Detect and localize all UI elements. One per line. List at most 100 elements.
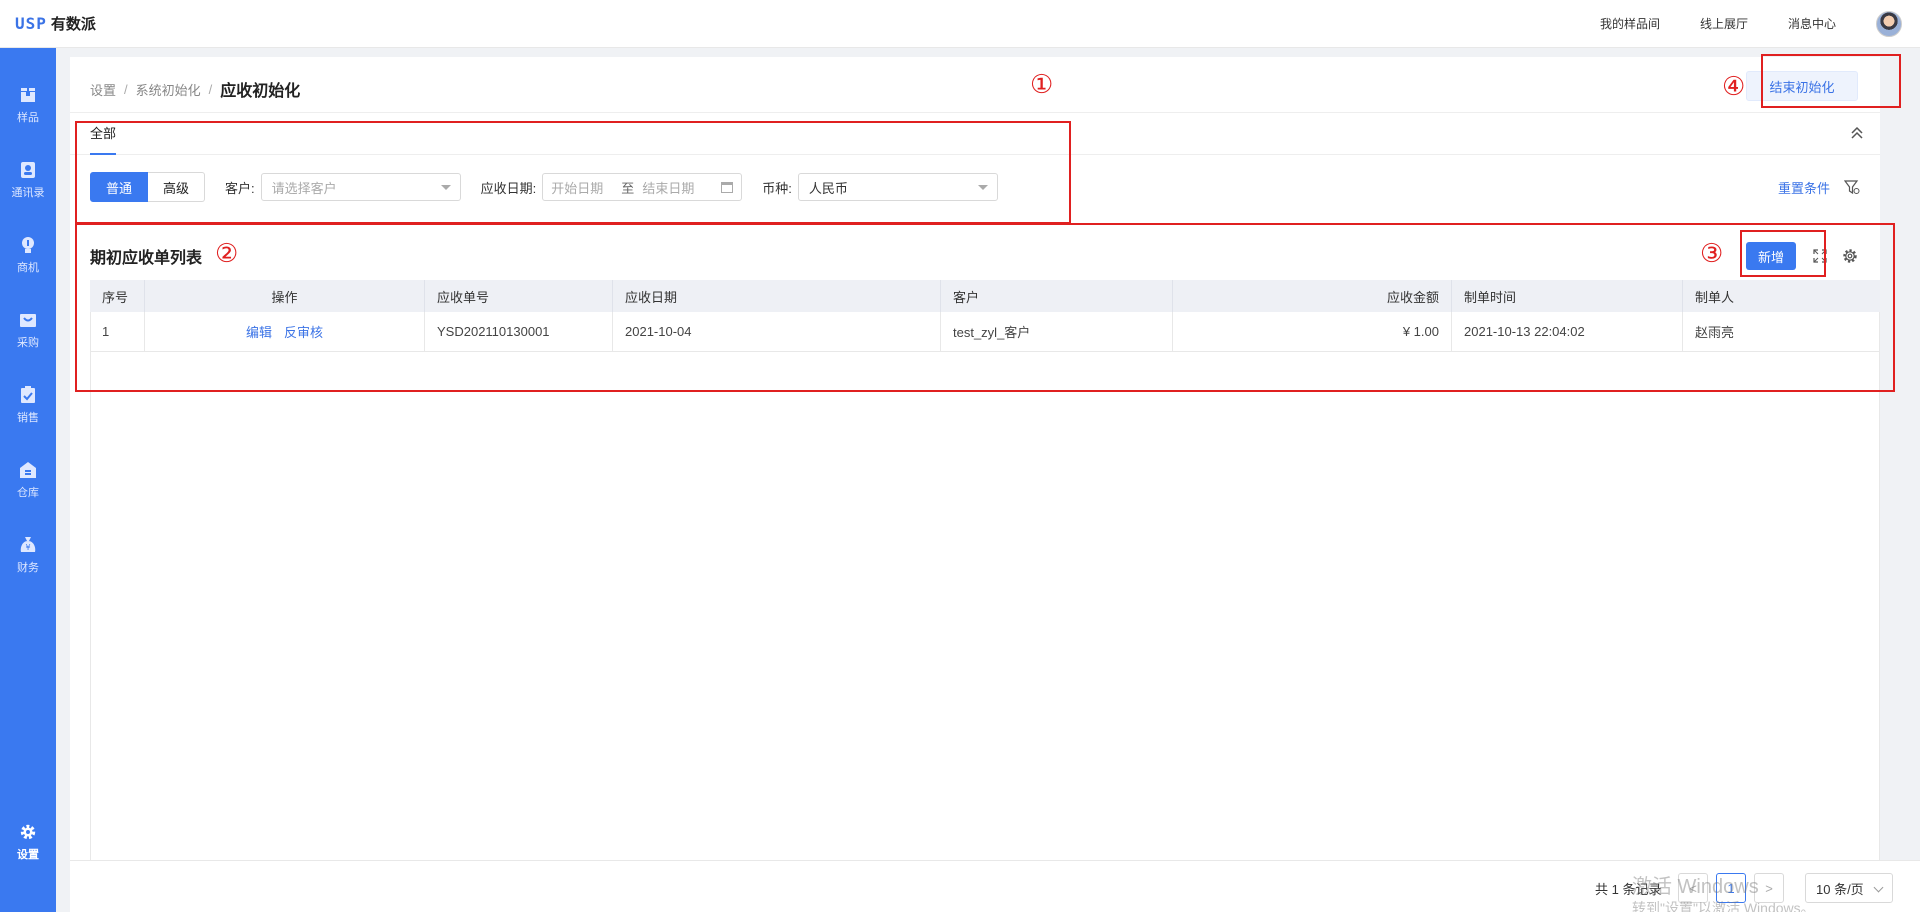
column-header-created[interactable]: 制单时间 <box>1452 280 1683 312</box>
cart-icon <box>19 311 37 329</box>
sidebar-item-label: 仓库 <box>17 487 39 499</box>
row-creator: 赵雨亮 <box>1695 325 1735 340</box>
row-amount: ¥ 1.00 <box>1173 312 1452 351</box>
sidebar-item-label: 财务 <box>17 562 39 574</box>
receivable-date-range[interactable]: 开始日期 至 结束日期 <box>542 173 743 201</box>
brand-name: 有数派 <box>50 16 96 33</box>
svg-text:¥: ¥ <box>25 543 30 552</box>
moneybag-icon: ¥ <box>19 536 37 554</box>
start-date-placeholder: 开始日期 <box>551 180 604 196</box>
online-showroom-link[interactable]: 线上展厅 <box>1700 15 1748 32</box>
contacts-icon <box>19 161 37 179</box>
column-header-actions: 操作 <box>145 280 425 312</box>
customer-placeholder: 请选择客户 <box>271 180 337 196</box>
chevron-down-icon <box>977 185 988 190</box>
filter-settings-icon[interactable] <box>1844 179 1860 195</box>
warehouse-icon <box>19 461 37 479</box>
column-header-number[interactable]: 应收单号 <box>425 280 613 312</box>
customer-label: 客户: <box>225 180 255 196</box>
page-size-select[interactable]: 10 条/页 <box>1805 873 1893 903</box>
edit-link[interactable]: 编辑 <box>246 322 272 341</box>
row-actions: 编辑 反审核 <box>145 312 425 351</box>
column-header-creator[interactable]: 制单人 <box>1683 280 1880 312</box>
tab-all[interactable]: 全部 <box>90 123 117 155</box>
receivables-table: 序号 操作 应收单号 应收日期 客户 应收金额 制单时间 制单人 1 编辑 反审… <box>90 280 1880 352</box>
sidebar: 样品 通讯录 商机 采购 销售 仓库 ¥ 财务 设置 <box>0 48 56 912</box>
breadcrumb-system-init[interactable]: 系统初始化 <box>136 80 201 99</box>
sidebar-item-label: 通讯录 <box>11 187 45 199</box>
table-row[interactable]: 1 编辑 反审核 YSD202110130001 2021-10-04 test… <box>90 312 1880 352</box>
page-size-value: 10 条/页 <box>1816 881 1864 897</box>
unaudit-link[interactable]: 反审核 <box>284 322 323 341</box>
clipboard-icon <box>19 386 37 404</box>
row-customer: test_zyl_客户 <box>941 312 1173 351</box>
my-sample-room-link[interactable]: 我的样品间 <box>1600 15 1660 32</box>
column-header-amount[interactable]: 应收金额 <box>1173 280 1452 312</box>
fullscreen-icon[interactable] <box>1812 248 1828 264</box>
breadcrumb: 设置 / 系统初始化 / 应收初始化 <box>90 77 300 101</box>
pagination-total: 共 1 条记录 <box>1595 882 1662 897</box>
page-1-button[interactable]: 1 <box>1716 873 1746 903</box>
breadcrumb-separator: / <box>208 81 213 97</box>
column-header-index: 序号 <box>90 280 145 312</box>
sidebar-item-label: 设置 <box>17 849 39 861</box>
sidebar-item-sales[interactable]: 销售 <box>0 376 56 436</box>
end-initialization-button[interactable]: 结束初始化 <box>1746 71 1858 101</box>
sidebar-item-samples[interactable]: 样品 <box>0 76 56 136</box>
sidebar-item-label: 商机 <box>17 262 39 274</box>
pagination-bar: 共 1 条记录 < 1 > 10 条/页 <box>70 860 1920 912</box>
currency-label: 币种: <box>762 180 792 196</box>
table-header: 序号 操作 应收单号 应收日期 客户 应收金额 制单时间 制单人 <box>90 280 1880 312</box>
chevron-down-icon <box>1873 882 1884 893</box>
breadcrumb-settings[interactable]: 设置 <box>90 80 116 99</box>
chevron-down-icon <box>440 185 451 190</box>
sidebar-item-warehouse[interactable]: 仓库 <box>0 451 56 511</box>
receivable-date-label: 应收日期: <box>480 180 537 196</box>
table-frame <box>90 280 1880 880</box>
column-settings-gear-icon[interactable] <box>1842 248 1858 264</box>
date-range-separator: 至 <box>621 180 635 196</box>
sidebar-item-purchasing[interactable]: 采购 <box>0 301 56 361</box>
prev-page-button[interactable]: < <box>1678 873 1708 903</box>
collapse-up-icon[interactable] <box>1848 124 1866 142</box>
column-header-date[interactable]: 应收日期 <box>613 280 941 312</box>
currency-value: 人民币 <box>808 180 848 196</box>
currency-select[interactable]: 人民币 <box>797 173 998 201</box>
app-logo[interactable]: USP 有数派 <box>0 13 96 34</box>
sidebar-item-finance[interactable]: ¥ 财务 <box>0 526 56 586</box>
next-page-button[interactable]: > <box>1754 873 1784 903</box>
column-header-customer[interactable]: 客户 <box>941 280 1173 312</box>
row-index: 1 <box>90 312 145 351</box>
add-button[interactable]: 新增 <box>1746 242 1796 270</box>
box-icon <box>19 86 37 104</box>
breadcrumb-separator: / <box>124 81 128 97</box>
sidebar-item-contacts[interactable]: 通讯录 <box>0 151 56 211</box>
gear-icon <box>19 823 37 841</box>
row-number: YSD202110130001 <box>425 312 613 351</box>
customer-select[interactable]: 请选择客户 <box>260 173 461 201</box>
sidebar-item-settings[interactable]: 设置 <box>0 813 56 873</box>
filter-bar: 普通 高级 客户: 请选择客户 应收日期: 开始日期 至 结束日期 币种: 人民… <box>90 172 1860 202</box>
mode-advanced-button[interactable]: 高级 <box>148 172 206 202</box>
brand-mark: USP <box>15 14 47 33</box>
main-panel: 设置 / 系统初始化 / 应收初始化 结束初始化 全部 普通 高级 客户: 请选… <box>70 57 1880 912</box>
sidebar-item-label: 样品 <box>17 112 39 124</box>
mode-normal-button[interactable]: 普通 <box>90 172 149 202</box>
sidebar-item-label: 采购 <box>17 337 39 349</box>
top-bar: USP 有数派 我的样品间 线上展厅 消息中心 <box>0 0 1920 48</box>
row-date: 2021-10-04 <box>613 312 941 351</box>
end-date-placeholder: 结束日期 <box>642 180 695 196</box>
sidebar-item-opportunities[interactable]: 商机 <box>0 226 56 286</box>
list-title: 期初应收单列表 <box>90 250 203 267</box>
tab-bar: 全部 <box>70 112 1880 155</box>
row-created: 2021-10-13 22:04:02 <box>1452 312 1683 351</box>
user-avatar[interactable] <box>1876 10 1902 37</box>
calendar-icon <box>721 182 734 193</box>
list-header: 期初应收单列表 新增 <box>90 242 1860 274</box>
filter-mode-toggle: 普通 高级 <box>90 172 206 202</box>
reset-filters-link[interactable]: 重置条件 <box>1778 178 1830 197</box>
lightbulb-icon <box>19 236 37 254</box>
message-center-link[interactable]: 消息中心 <box>1788 15 1836 32</box>
page-title: 应收初始化 <box>220 83 301 100</box>
sidebar-item-label: 销售 <box>17 412 39 424</box>
